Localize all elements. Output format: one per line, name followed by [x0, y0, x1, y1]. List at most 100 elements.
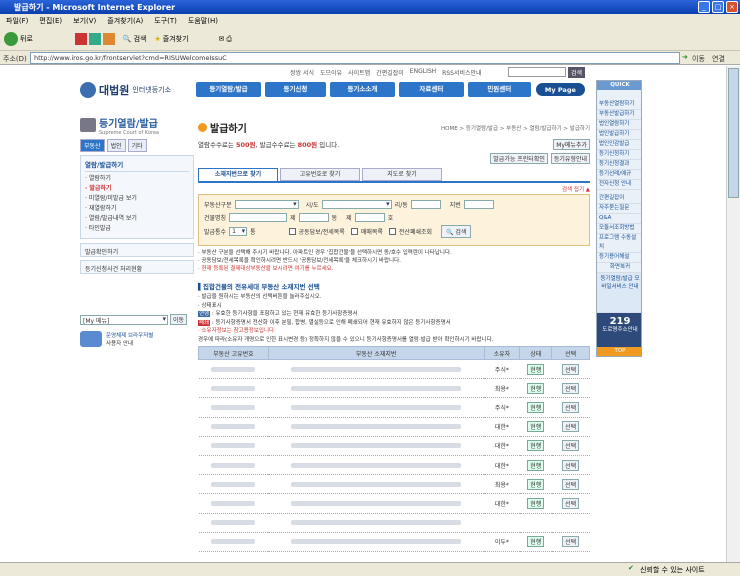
jibun-input[interactable]	[463, 199, 494, 209]
quick-item2[interactable]: 프로그램 수동설치	[597, 234, 641, 253]
sidebar-item-review[interactable]: · 재열람하기	[85, 204, 189, 214]
search-icon[interactable]: 🔍	[123, 35, 132, 43]
nav-about[interactable]: 등기소소개	[329, 82, 395, 97]
vertical-scrollbar[interactable]	[726, 66, 740, 562]
close-button[interactable]: ×	[726, 1, 738, 13]
nav-civil[interactable]: 민원센터	[467, 82, 531, 97]
quick-item2[interactable]: Q&A	[597, 214, 641, 224]
sidebar-link-verify[interactable]: 발급확인하기	[80, 243, 194, 257]
favorites-button[interactable]: 즐겨찾기	[163, 34, 189, 44]
sidebar-item-pending[interactable]: · 미열람/미발급 보기	[85, 194, 189, 204]
select-button[interactable]: 선택	[562, 363, 580, 375]
mymenu-add-button[interactable]: My메뉴추가	[553, 139, 590, 150]
tab-search-address[interactable]: 소재지번으로 찾기	[198, 168, 278, 181]
select-button[interactable]: 선택	[562, 421, 580, 433]
quick-item[interactable]: 등기선례/예규	[597, 170, 641, 180]
sidebar-item-issue[interactable]: · 발급하기	[85, 184, 189, 194]
quick-item[interactable]: 등기신청결과	[597, 160, 641, 170]
go-button[interactable]: 이동	[692, 54, 705, 64]
nav-issue[interactable]: 등기열람/발급	[196, 82, 261, 97]
back-icon[interactable]	[4, 32, 18, 46]
util-link[interactable]: 쌍쌍 서식	[290, 68, 314, 81]
check-closed[interactable]	[388, 227, 396, 235]
quick-item[interactable]: 등기신청하기	[597, 150, 641, 160]
select-button[interactable]: 선택	[562, 497, 580, 509]
quick-item2[interactable]: 등기용어해설	[597, 253, 641, 263]
sido-select[interactable]	[321, 199, 392, 209]
forward-icon[interactable]	[49, 32, 63, 46]
select-button[interactable]: 선택	[562, 459, 580, 471]
menu-tools[interactable]: 도구(T)	[154, 16, 177, 25]
tab-etc[interactable]: 기타	[127, 139, 147, 152]
menu-favorites[interactable]: 즐겨찾기(A)	[107, 16, 143, 25]
quick-item[interactable]: 전자신청 안내	[597, 180, 641, 190]
refresh-icon[interactable]	[88, 33, 101, 45]
search-button[interactable]: 검색	[134, 34, 147, 44]
select-button[interactable]: 선택	[562, 478, 580, 490]
links-button[interactable]: 연결	[712, 54, 725, 64]
quick-item[interactable]: 부동산열람하기	[597, 100, 641, 110]
nav-apply[interactable]: 등기신청	[264, 82, 326, 97]
mail-icon[interactable]: ✉	[219, 35, 225, 43]
menu-edit[interactable]: 편집(E)	[39, 16, 62, 25]
top-search-button[interactable]: 검색	[568, 67, 586, 78]
tab-search-number[interactable]: 고유번호로 찾기	[280, 168, 360, 181]
browser-help-banner[interactable]: 운영체제 브라우저별 사용자 안내	[80, 331, 194, 347]
ho-input[interactable]	[354, 212, 385, 222]
check-mortgage[interactable]	[288, 227, 296, 235]
home-icon[interactable]	[102, 33, 115, 45]
favorites-icon[interactable]: ★	[155, 35, 161, 43]
printer-check-button[interactable]: 발급가능 프린터확인	[490, 153, 548, 164]
select-button[interactable]: 선택	[562, 536, 580, 548]
tab-search-map[interactable]: 지도로 찾기	[362, 168, 442, 181]
quick-item2[interactable]: 자주묻는질문	[597, 204, 641, 214]
menu-help[interactable]: 도움말(H)	[188, 16, 218, 25]
address-input[interactable]: http://www.iros.go.kr/frontservlet?cmd=R…	[30, 52, 680, 64]
util-link[interactable]: ENGLISH	[410, 68, 436, 81]
tab-realestate[interactable]: 부동산	[80, 139, 105, 152]
quick-item[interactable]: 법인인감발급	[597, 140, 641, 150]
tab-corporation[interactable]: 법인	[106, 139, 126, 152]
util-link[interactable]: RSS서비스안내	[442, 68, 481, 81]
select-button[interactable]: 선택	[562, 440, 580, 452]
select-button[interactable]: 선택	[562, 401, 580, 413]
nav-resources[interactable]: 자료센터	[398, 82, 464, 97]
top-button[interactable]: TOP	[597, 347, 641, 356]
top-search-input[interactable]	[508, 67, 566, 77]
maximize-button[interactable]: □	[712, 1, 724, 13]
search-button[interactable]: 🔍 검색	[441, 224, 472, 238]
type-guide-button[interactable]: 등기유형안내	[550, 153, 590, 164]
minimize-button[interactable]: _	[698, 1, 710, 13]
quick-item[interactable]: 부동산발급하기	[597, 110, 641, 120]
building-input[interactable]	[229, 212, 288, 222]
go-icon[interactable]: ➜	[682, 53, 688, 61]
note-3[interactable]: 현재 등록된 결제대상부동산을 보시려면 여기를 누르세요.	[202, 266, 334, 272]
quick-home[interactable]: 화면복귀	[597, 263, 641, 273]
sidebar-item-other[interactable]: · 타인발급	[85, 224, 189, 234]
quick-item2[interactable]: 모듈서조회방법	[597, 224, 641, 234]
dong-input[interactable]	[298, 212, 329, 222]
site-logo[interactable]: 대법원 인터넷등기소	[80, 82, 171, 98]
scroll-thumb[interactable]	[728, 68, 739, 198]
count-select[interactable]: 1	[229, 226, 248, 236]
type-select[interactable]	[234, 199, 299, 209]
menu-view[interactable]: 보기(V)	[73, 16, 96, 25]
ri-input[interactable]	[410, 199, 441, 209]
util-link[interactable]: 사이트맵	[348, 68, 370, 81]
sidebar-link-status[interactable]: 등기신청사건 처리현황	[80, 260, 194, 274]
back-button[interactable]: 뒤로	[20, 34, 33, 44]
print-icon[interactable]: ⎙	[226, 35, 232, 44]
stop-icon[interactable]	[74, 33, 87, 45]
mymenu-go-button[interactable]: 이동	[170, 314, 188, 325]
nav-mypage[interactable]: My Page	[534, 82, 586, 97]
quick-item[interactable]: 법인열람하기	[597, 120, 641, 130]
mymenu-select[interactable]: [My 메뉴]	[80, 314, 168, 325]
tel-banner[interactable]: 219 도로명주소안내	[597, 313, 641, 347]
history-icon[interactable]	[197, 32, 211, 46]
check-sales[interactable]	[350, 227, 358, 235]
quick-item2[interactable]: 간편길잡이	[597, 194, 641, 204]
search-collapse-link[interactable]: 검색 접기 ▲	[198, 185, 590, 193]
util-link[interactable]: 도므이유	[320, 68, 342, 81]
sidebar-item-view[interactable]: · 열람하기	[85, 174, 189, 184]
mobile-banner[interactable]: 등기열람/발급 모바일서비스 안내	[597, 273, 641, 313]
